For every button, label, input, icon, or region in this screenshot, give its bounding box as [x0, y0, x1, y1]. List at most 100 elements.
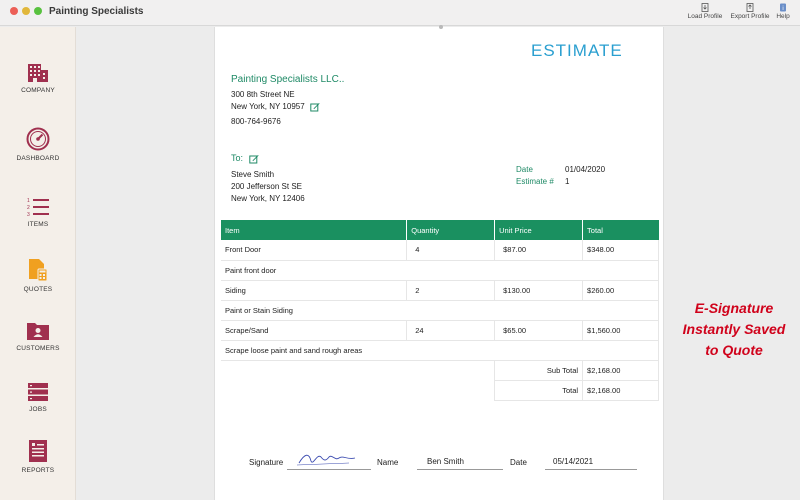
total-value: $2,168.00: [582, 380, 659, 401]
sidebar-item-items[interactable]: 1 2 3 ITEMS: [0, 197, 76, 228]
promo-line-2: Instantly Saved: [682, 321, 786, 337]
sidebar-label-dashboard: DASHBOARD: [16, 155, 60, 162]
load-profile-label: Load Profile: [687, 13, 723, 20]
row-total: $1,560.00: [582, 320, 659, 341]
subtotal-label: Sub Total: [494, 360, 584, 381]
document-title: ESTIMATE: [531, 41, 623, 60]
title-bar: Painting Specialists Load Profile Export…: [0, 0, 800, 26]
row-description: Paint or Stain Siding: [221, 300, 659, 321]
report-icon: [29, 440, 47, 462]
total-label: Total: [494, 380, 584, 401]
load-profile-button[interactable]: Load Profile: [686, 3, 724, 20]
table-row[interactable]: Scrape/Sand 24 $65.00 $1,560.00: [221, 320, 659, 341]
row-description: Scrape loose paint and sand rough areas: [221, 340, 659, 361]
promo-line-3: to Quote: [705, 342, 763, 358]
total-row: Total $2,168.00: [221, 380, 659, 401]
edit-customer-icon[interactable]: [248, 154, 259, 164]
name-label: Name: [377, 458, 399, 467]
row-total: $348.00: [582, 240, 659, 261]
sidebar: COMPANY DASHBOARD 1 2 3 ITEMS QUOTES CUS…: [0, 27, 76, 500]
subtotal-value: $2,168.00: [582, 360, 659, 381]
name-line: [417, 469, 503, 470]
row-quantity: 4: [406, 240, 496, 261]
table-row-description[interactable]: Paint or Stain Siding: [221, 300, 659, 321]
signature-label: Signature: [249, 458, 284, 467]
blank-cell: [221, 380, 496, 400]
table-row-description[interactable]: Scrape loose paint and sand rough areas: [221, 340, 659, 361]
page-marker: [439, 25, 443, 29]
help-icon: i: [780, 3, 786, 12]
header-unit-price: Unit Price: [494, 220, 584, 240]
date-line: [545, 469, 637, 470]
gauge-icon: [26, 127, 50, 151]
promo-line-1: E-Signature: [694, 300, 774, 316]
estimate-document: ESTIMATE Painting Specialists LLC.. 300 …: [214, 25, 665, 500]
company-name[interactable]: Painting Specialists LLC..: [231, 74, 344, 85]
estimate-number-value[interactable]: 1: [565, 177, 569, 186]
row-total: $260.00: [582, 280, 659, 301]
table-header: Item Quantity Unit Price Total: [221, 220, 659, 240]
export-profile-icon: [746, 3, 754, 12]
help-button[interactable]: i Help: [774, 3, 792, 20]
sidebar-label-reports: REPORTS: [21, 467, 55, 474]
signature-line: [287, 469, 371, 470]
date-label: Date: [516, 165, 533, 174]
to-line: To:: [231, 153, 259, 164]
numbered-list-icon: 1 2 3: [27, 198, 49, 217]
items-table: Item Quantity Unit Price Total Front Doo…: [221, 220, 659, 401]
building-icon: [28, 64, 48, 82]
minimize-window-button[interactable]: [22, 7, 30, 15]
row-item: Scrape/Sand: [221, 320, 408, 341]
row-quantity: 24: [406, 320, 496, 341]
subtotal-row: Sub Total $2,168.00: [221, 360, 659, 381]
row-item: Front Door: [221, 240, 408, 261]
svg-text:1: 1: [27, 198, 30, 204]
row-description: Paint front door: [221, 260, 659, 281]
header-total: Total: [582, 220, 659, 240]
sidebar-label-company: COMPANY: [21, 87, 55, 94]
customer-city: New York, NY 12406: [231, 194, 305, 203]
customer-name: Steve Smith: [231, 170, 275, 179]
zoom-window-button[interactable]: [34, 7, 42, 15]
sidebar-label-items: ITEMS: [27, 221, 49, 228]
folder-person-icon: [27, 323, 49, 340]
svg-text:i: i: [782, 6, 783, 12]
company-city-line: New York, NY 10957: [231, 102, 320, 112]
row-unit-price: $65.00: [494, 320, 584, 341]
estimate-number-label: Estimate #: [516, 177, 554, 186]
sidebar-label-jobs: JOBS: [29, 406, 47, 413]
signer-name[interactable]: Ben Smith: [427, 457, 464, 466]
table-row[interactable]: Front Door 4 $87.00 $348.00: [221, 240, 659, 261]
header-item: Item: [221, 220, 408, 240]
signature-date[interactable]: 05/14/2021: [553, 457, 593, 466]
sidebar-item-company[interactable]: COMPANY: [0, 63, 76, 94]
company-city: New York, NY 10957: [231, 102, 305, 112]
date-value[interactable]: 01/04/2020: [565, 165, 605, 174]
sidebar-item-dashboard[interactable]: DASHBOARD: [0, 127, 76, 162]
row-unit-price: $130.00: [494, 280, 584, 301]
load-profile-icon: [701, 3, 709, 12]
signature-block: Signature Name Ben Smith Date 05/14/2021: [215, 449, 665, 479]
sidebar-item-jobs[interactable]: JOBS: [0, 382, 76, 413]
company-phone: 800-764-9676: [231, 117, 281, 126]
header-quantity: Quantity: [406, 220, 496, 240]
sidebar-item-customers[interactable]: CUSTOMERS: [0, 321, 76, 352]
row-quantity: 2: [406, 280, 496, 301]
edit-icon[interactable]: [310, 102, 320, 112]
sidebar-item-quotes[interactable]: QUOTES: [0, 258, 76, 293]
export-profile-label: Export Profile: [730, 13, 770, 20]
company-street: 300 8th Street NE: [231, 90, 295, 99]
sidebar-label-quotes: QUOTES: [23, 286, 53, 293]
table-row[interactable]: Siding 2 $130.00 $260.00: [221, 280, 659, 301]
svg-text:2: 2: [27, 205, 30, 211]
sidebar-item-reports[interactable]: REPORTS: [0, 439, 76, 474]
row-item: Siding: [221, 280, 408, 301]
promo-callout: E-Signature Instantly Saved to Quote: [664, 298, 800, 361]
sidebar-label-customers: CUSTOMERS: [16, 345, 60, 352]
signature-image[interactable]: [291, 449, 371, 469]
export-profile-button[interactable]: Export Profile: [728, 3, 772, 20]
table-row-description[interactable]: Paint front door: [221, 260, 659, 281]
svg-text:3: 3: [27, 212, 30, 217]
close-window-button[interactable]: [10, 7, 18, 15]
signature-date-label: Date: [510, 458, 527, 467]
